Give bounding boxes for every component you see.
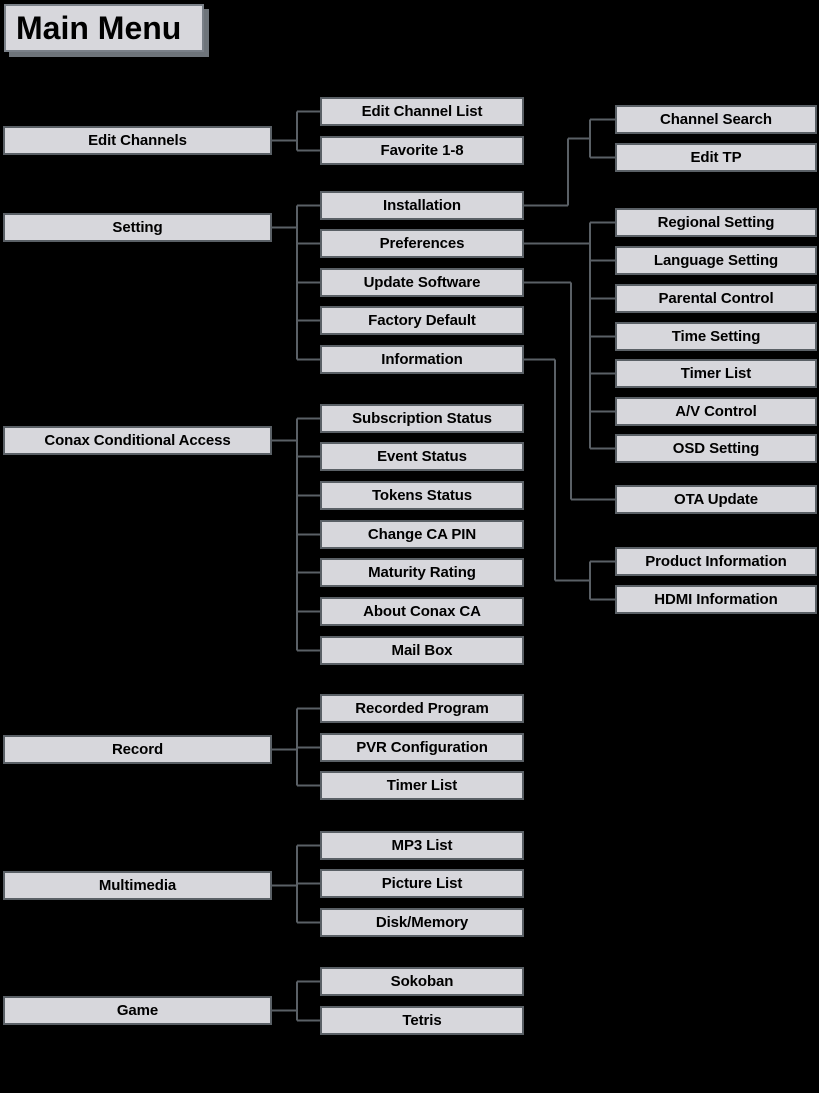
menu-item-language-setting[interactable]: Language Setting — [615, 246, 817, 275]
menu-item-sokoban[interactable]: Sokoban — [320, 967, 524, 996]
menu-item-osd-setting[interactable]: OSD Setting — [615, 434, 817, 463]
menu-item-edit-channels[interactable]: Edit Channels — [3, 126, 272, 155]
menu-item-av-control[interactable]: A/V Control — [615, 397, 817, 426]
menu-item-time-setting[interactable]: Time Setting — [615, 322, 817, 351]
menu-item-mail-box[interactable]: Mail Box — [320, 636, 524, 665]
menu-item-subscription-status[interactable]: Subscription Status — [320, 404, 524, 433]
main-menu-title: Main Menu — [4, 4, 204, 52]
menu-item-pvr-configuration[interactable]: PVR Configuration — [320, 733, 524, 762]
menu-item-regional-setting[interactable]: Regional Setting — [615, 208, 817, 237]
menu-item-ota-update[interactable]: OTA Update — [615, 485, 817, 514]
menu-item-maturity-rating[interactable]: Maturity Rating — [320, 558, 524, 587]
menu-item-disk-memory[interactable]: Disk/Memory — [320, 908, 524, 937]
menu-item-setting[interactable]: Setting — [3, 213, 272, 242]
menu-item-parental-control[interactable]: Parental Control — [615, 284, 817, 313]
menu-tree-diagram: Main Menu Edit Channels Setting Conax Cond… — [0, 0, 819, 1093]
menu-item-timer-list-record[interactable]: Timer List — [320, 771, 524, 800]
menu-item-picture-list[interactable]: Picture List — [320, 869, 524, 898]
menu-item-factory-default[interactable]: Factory Default — [320, 306, 524, 335]
menu-item-timer-list-setting[interactable]: Timer List — [615, 359, 817, 388]
menu-item-installation[interactable]: Installation — [320, 191, 524, 220]
menu-item-conax-conditional-access[interactable]: Conax Conditional Access — [3, 426, 272, 455]
menu-item-preferences[interactable]: Preferences — [320, 229, 524, 258]
menu-item-tokens-status[interactable]: Tokens Status — [320, 481, 524, 510]
menu-item-edit-channel-list[interactable]: Edit Channel List — [320, 97, 524, 126]
menu-item-change-ca-pin[interactable]: Change CA PIN — [320, 520, 524, 549]
menu-item-record[interactable]: Record — [3, 735, 272, 764]
menu-item-favorite-1-8[interactable]: Favorite 1-8 — [320, 136, 524, 165]
menu-item-hdmi-information[interactable]: HDMI Information — [615, 585, 817, 614]
menu-item-about-conax-ca[interactable]: About Conax CA — [320, 597, 524, 626]
menu-item-mp3-list[interactable]: MP3 List — [320, 831, 524, 860]
menu-item-multimedia[interactable]: Multimedia — [3, 871, 272, 900]
menu-item-product-information[interactable]: Product Information — [615, 547, 817, 576]
menu-item-game[interactable]: Game — [3, 996, 272, 1025]
menu-item-event-status[interactable]: Event Status — [320, 442, 524, 471]
menu-item-edit-tp[interactable]: Edit TP — [615, 143, 817, 172]
menu-item-recorded-program[interactable]: Recorded Program — [320, 694, 524, 723]
menu-item-update-software[interactable]: Update Software — [320, 268, 524, 297]
menu-item-channel-search[interactable]: Channel Search — [615, 105, 817, 134]
menu-item-tetris[interactable]: Tetris — [320, 1006, 524, 1035]
menu-item-information[interactable]: Information — [320, 345, 524, 374]
